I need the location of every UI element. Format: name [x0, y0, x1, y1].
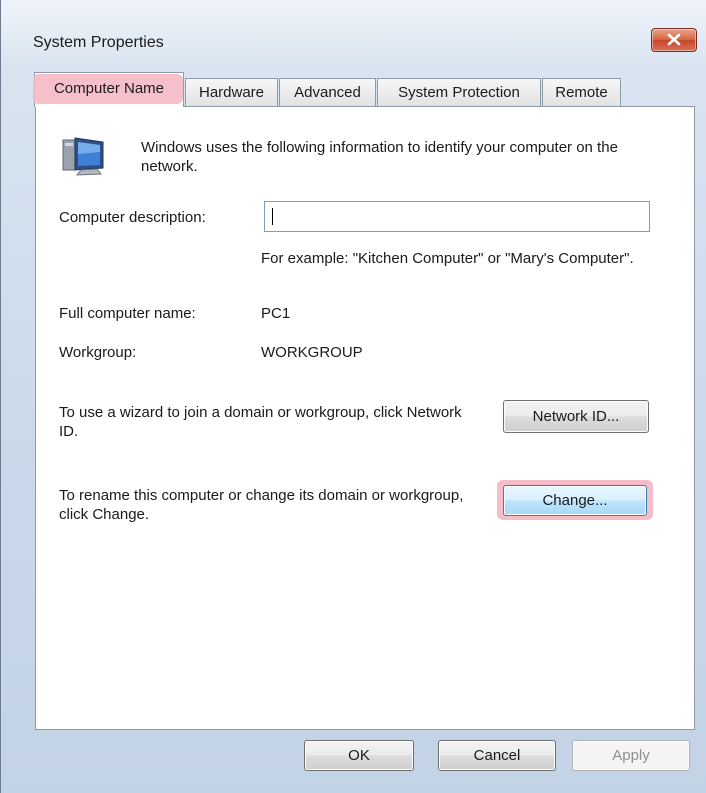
cancel-button[interactable]: Cancel	[438, 740, 556, 771]
apply-button[interactable]: Apply	[572, 740, 690, 771]
system-properties-window: System Properties Computer Name Hardware…	[0, 0, 706, 793]
full-computer-name-value: PC1	[261, 305, 291, 322]
tab-hardware[interactable]: Hardware	[185, 78, 278, 106]
full-computer-name-label: Full computer name:	[59, 305, 196, 322]
change-description: To rename this computer or change its do…	[59, 487, 464, 523]
window-title: System Properties	[33, 34, 164, 51]
computer-description-input[interactable]	[264, 201, 650, 232]
computer-monitor-icon	[62, 137, 104, 176]
tab-system-protection[interactable]: System Protection	[377, 78, 541, 106]
close-icon	[667, 33, 681, 46]
tab-computer-name-label: Computer Name	[53, 80, 165, 97]
close-button[interactable]	[651, 28, 697, 52]
workgroup-value: WORKGROUP	[261, 344, 363, 361]
network-id-button[interactable]: Network ID...	[503, 400, 649, 433]
text-caret	[272, 208, 273, 225]
computer-description-label: Computer description:	[59, 209, 206, 226]
tab-remote[interactable]: Remote	[542, 78, 621, 106]
tab-advanced[interactable]: Advanced	[279, 78, 376, 106]
workgroup-label: Workgroup:	[59, 344, 137, 361]
network-id-description: To use a wizard to join a domain or work…	[59, 404, 462, 440]
change-button[interactable]: Change...	[503, 485, 647, 516]
ok-button[interactable]: OK	[304, 740, 414, 771]
description-example-text: For example: "Kitchen Computer" or "Mary…	[261, 250, 634, 267]
intro-text: Windows uses the following information t…	[141, 139, 618, 175]
